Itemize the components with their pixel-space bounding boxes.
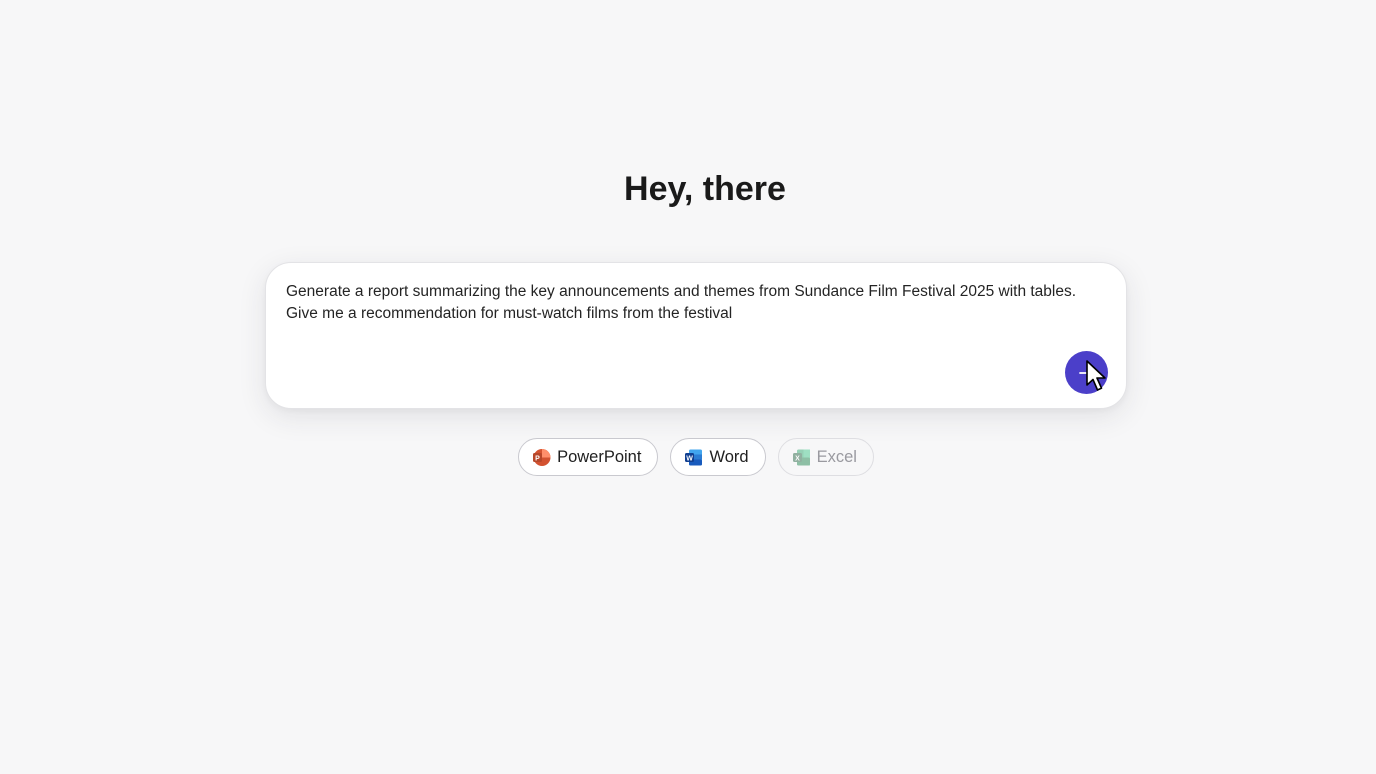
svg-text:W: W xyxy=(687,455,694,462)
excel-chip[interactable]: X Excel xyxy=(777,438,874,476)
word-chip-label: Word xyxy=(709,447,749,466)
powerpoint-icon: P xyxy=(532,448,551,467)
send-button[interactable] xyxy=(1065,351,1108,394)
powerpoint-chip-label: PowerPoint xyxy=(557,447,642,466)
powerpoint-chip[interactable]: P PowerPoint xyxy=(518,438,659,476)
svg-text:P: P xyxy=(535,455,540,462)
excel-chip-label: Excel xyxy=(816,447,857,466)
app-chips: P PowerPoint W Word X Excel xyxy=(8,438,1376,476)
greeting-container: Hey, there xyxy=(0,170,1376,209)
word-icon: W xyxy=(684,448,703,467)
prompt-composer[interactable]: Generate a report summarizing the key an… xyxy=(265,262,1127,409)
greeting-title: Hey, there xyxy=(624,170,786,208)
arrow-right-icon xyxy=(1078,366,1094,379)
svg-text:X: X xyxy=(795,455,800,462)
excel-icon: X xyxy=(792,448,811,467)
page: Hey, there Generate a report summarizing… xyxy=(0,0,1376,774)
prompt-input[interactable]: Generate a report summarizing the key an… xyxy=(286,281,1106,325)
word-chip[interactable]: W Word xyxy=(670,438,766,476)
